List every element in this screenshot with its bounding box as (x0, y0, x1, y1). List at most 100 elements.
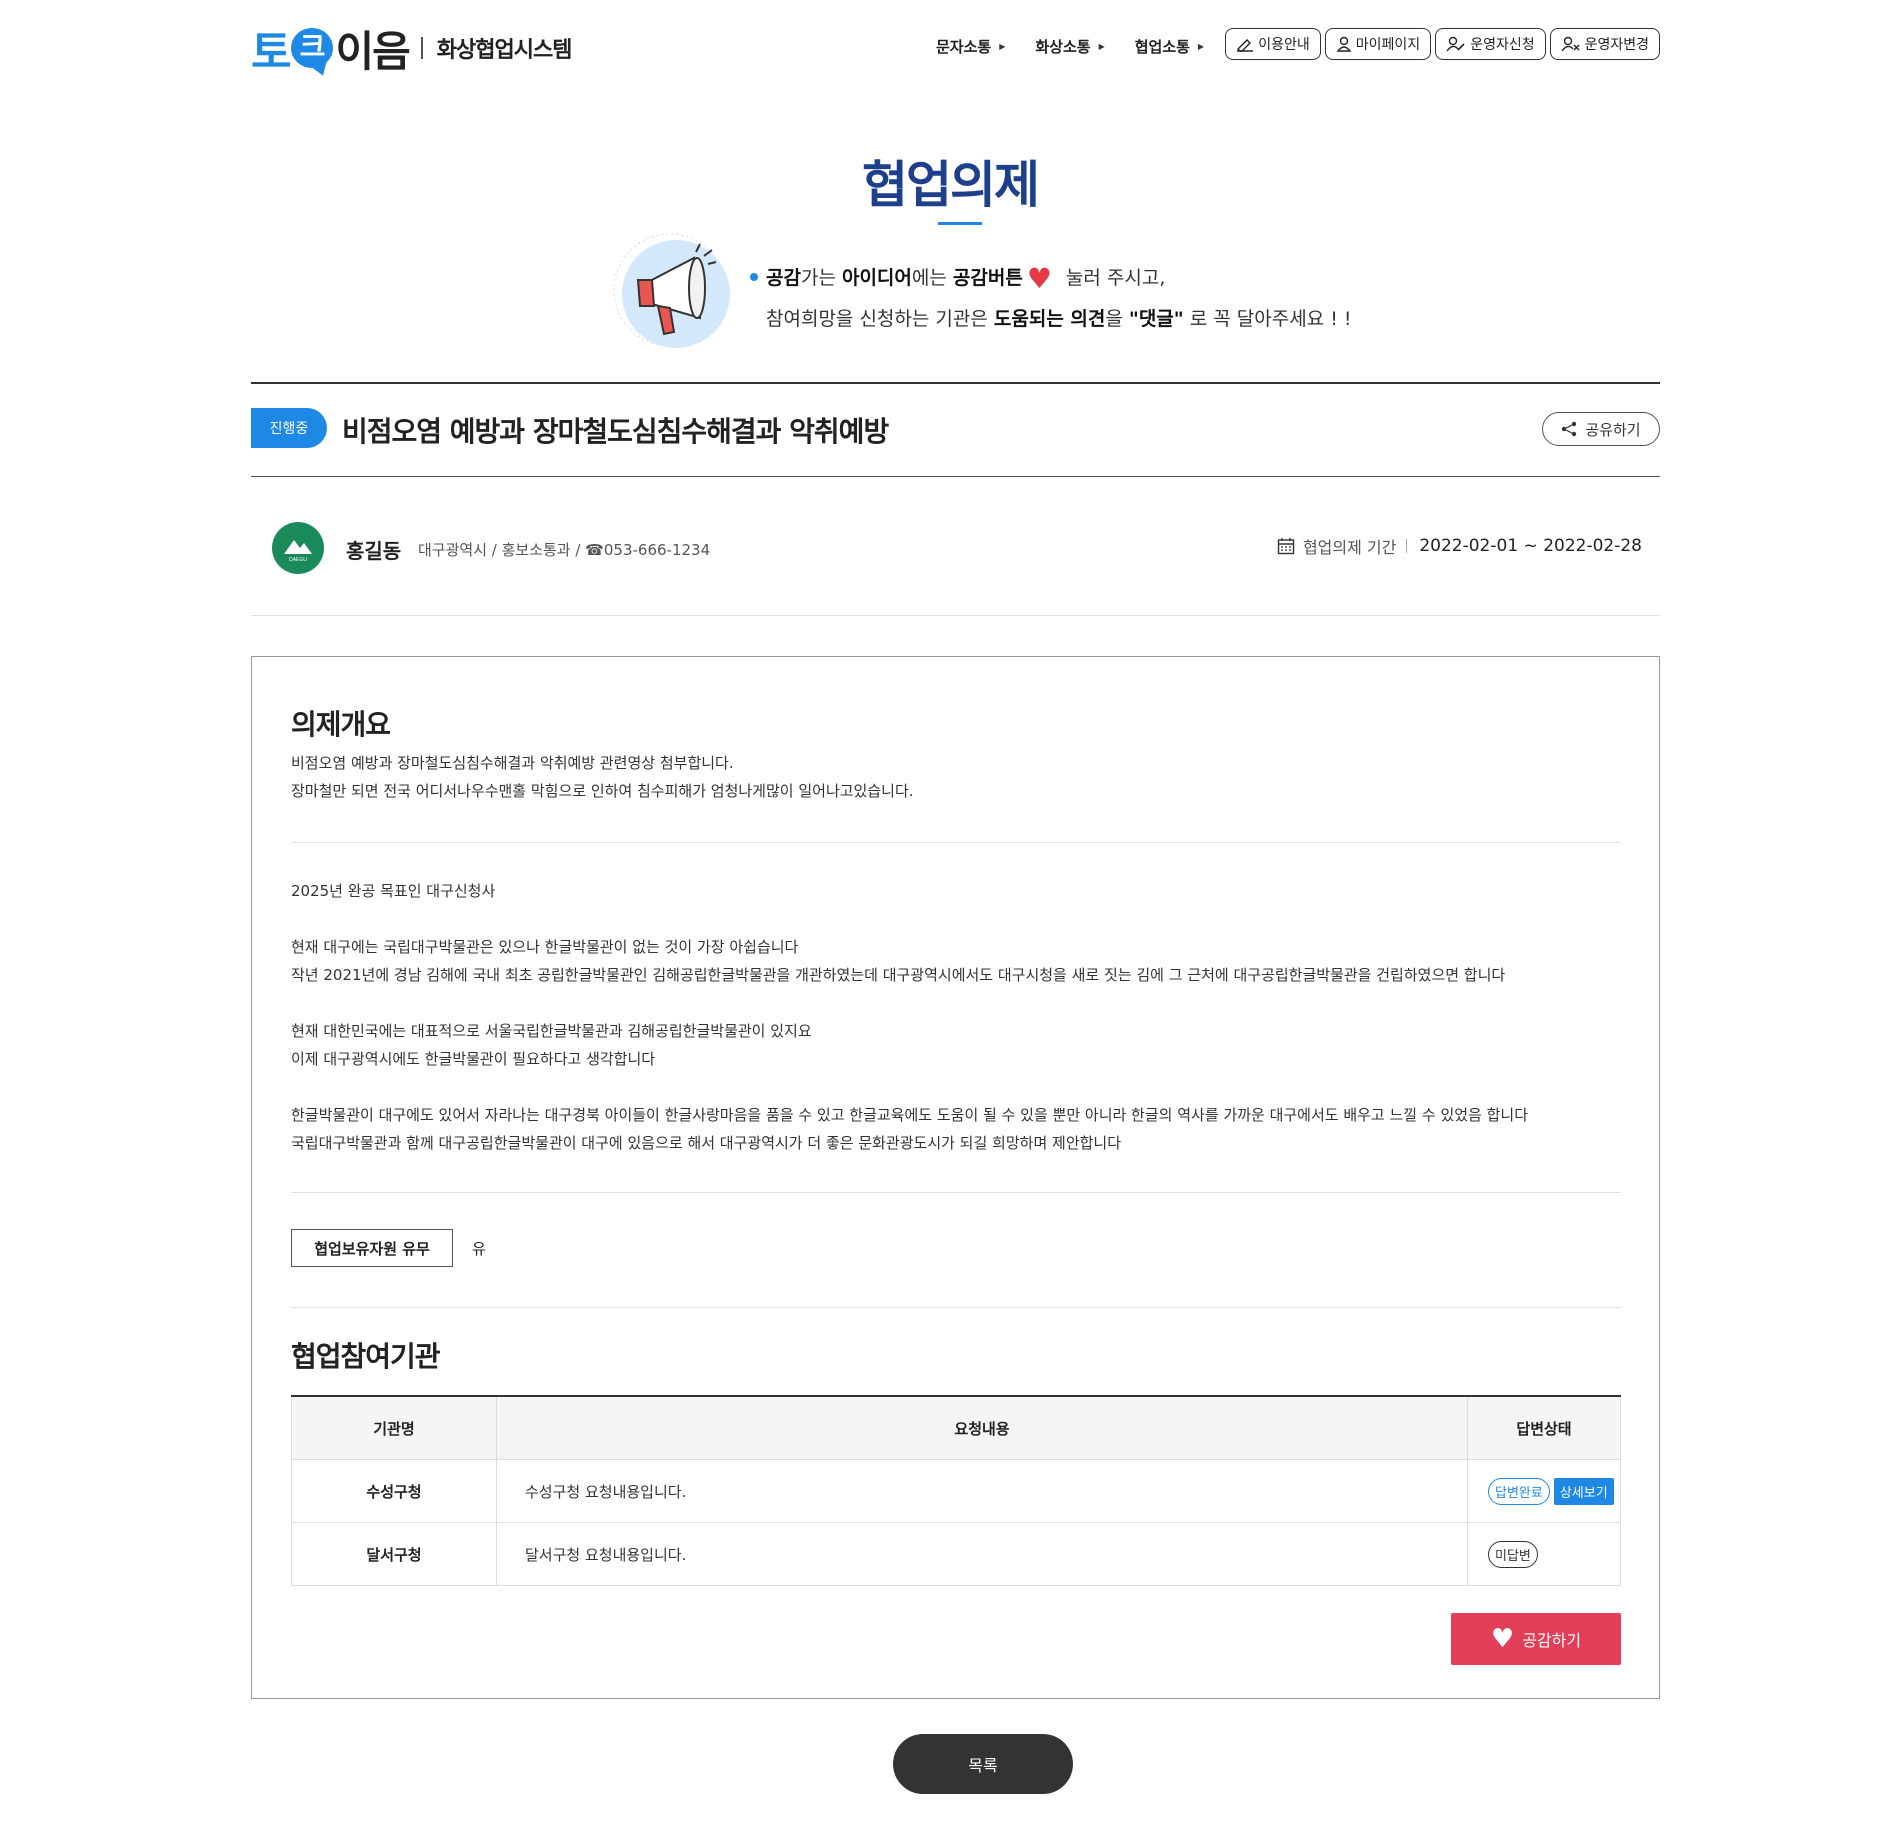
share-button[interactable]: 공유하기 (1542, 412, 1660, 446)
user-edit-icon (1446, 36, 1465, 52)
guide-text: 공감 (766, 267, 801, 289)
utility-buttons: 이용안내 마이페이지 운영자신청 운영자변경 (1225, 28, 1660, 60)
agenda-content-box: 의제개요 비점오염 예방과 장마철도심침수해결과 악취예방 관련영상 첨부합니다… (251, 656, 1660, 1699)
divider (251, 615, 1660, 616)
caret-right-icon: ▶ (999, 42, 1006, 51)
guide-text: 공감버튼 (952, 267, 1023, 289)
heart-icon: ♥ (1026, 261, 1052, 295)
guide-text: 도움되는 의견 (993, 307, 1106, 330)
column-header: 답변상태 (1467, 1396, 1621, 1460)
nav-item-text-comm[interactable]: 문자소통 ▶ (936, 36, 1005, 57)
guide-text: 아이디어 (841, 267, 912, 289)
answer-status: 답변완료 상세보기 (1467, 1459, 1621, 1523)
body-line (291, 905, 1528, 933)
mypage-button-label: 마이페이지 (1355, 37, 1421, 53)
status-badge: 진행중 (251, 408, 327, 448)
divider (291, 1307, 1621, 1308)
site-header: 토 크 이음 화상협업시스템 문자소통 ▶ 화상소통 ▶ 협업소통 ▶ 이용안내 마이… (251, 18, 1660, 78)
logo-divider (420, 37, 423, 59)
detail-button[interactable]: 상세보기 (1553, 1477, 1614, 1505)
guide-button[interactable]: 이용안내 (1225, 28, 1321, 60)
operator-change-button-label: 운영자변경 (1584, 37, 1649, 53)
divider (291, 1192, 1621, 1193)
user-swap-icon (1561, 36, 1580, 52)
status-answered-badge: 답변완료 (1488, 1477, 1550, 1505)
overview-heading: 의제개요 (291, 708, 391, 741)
operator-change-button[interactable]: 운영자변경 (1549, 28, 1660, 60)
summary-line: 비점오염 예방과 장마철도심침수해결과 악취예방 관련영상 첨부합니다. (291, 754, 734, 772)
body-line: 국립대구박물관과 함께 대구공립한글박물관이 대구에 있음으로 해서 대구광역시… (291, 1134, 1122, 1152)
nav-item-video-comm[interactable]: 화상소통 ▶ (1035, 36, 1104, 57)
guide-text: 가는 (800, 267, 842, 289)
daegu-logo-icon: DAEGU (284, 540, 312, 563)
list-button[interactable]: 목록 (893, 1734, 1073, 1794)
like-button[interactable]: ♥ 공감하기 (1451, 1613, 1621, 1665)
share-button-label: 공유하기 (1585, 420, 1641, 439)
status-unanswered-badge: 미답변 (1488, 1540, 1538, 1568)
table-header-row: 기관명 요청내용 답변상태 (291, 1396, 1621, 1460)
body-line: 현재 대한민국에는 대표적으로 서울국립한글박물관과 김해공립한글박물관이 있지… (291, 1022, 812, 1040)
overview-body: 2025년 완공 목표인 대구신청사 현재 대구에는 국립대구박물관은 있으나 … (291, 877, 1528, 1157)
overview-summary: 비점오염 예방과 장마철도심침수해결과 악취예방 관련영상 첨부합니다. 장마철… (291, 749, 914, 805)
avatar: DAEGU (272, 522, 324, 574)
guide-text: 눌러 주시고, (1065, 267, 1166, 289)
request-content: 달서구청 요청내용입니다. (496, 1522, 1468, 1586)
site-logo[interactable]: 토 크 이음 화상협업시스템 (251, 18, 573, 79)
period-divider (1406, 539, 1408, 553)
body-line: 작년 2021년에 경남 김해에 국내 최초 공립한글박물관인 김해공립한글박물… (291, 966, 1506, 984)
user-icon (1336, 36, 1352, 52)
body-line (291, 989, 1528, 1017)
nav-item-collab-comm[interactable]: 협업소통 ▶ (1135, 36, 1204, 57)
org-name: 달서구청 (291, 1522, 497, 1586)
main-nav: 문자소통 ▶ 화상소통 ▶ 협업소통 ▶ (936, 36, 1234, 57)
body-line: 이제 대구광역시에도 한글박물관이 필요하다고 생각합니다 (291, 1050, 656, 1068)
mypage-button[interactable]: 마이페이지 (1324, 28, 1432, 60)
table-row: 수성구청 수성구청 요청내용입니다. 답변완료 상세보기 (291, 1459, 1621, 1523)
resource-value: 유 (472, 1240, 486, 1258)
bullet-icon (750, 272, 758, 281)
column-header: 기관명 (291, 1396, 497, 1460)
divider (291, 842, 1621, 843)
body-line: 현재 대구에는 국립대구박물관은 있으나 한글박물관이 없는 것이 가장 아쉽습… (291, 938, 799, 956)
author-info: 대구광역시 / 홍보소통과 / ☎053-666-1234 (418, 541, 711, 559)
guide-text: 로 꼭 달아주세요 ! ! (1183, 307, 1352, 330)
caret-right-icon: ▶ (1098, 42, 1105, 51)
agenda-title: 비점오염 예방과 장마철도심침수해결과 악취예방 (342, 415, 889, 448)
calendar-icon (1277, 538, 1295, 555)
guide-message: 공감가는 아이디어에는 공감버튼 ♥ 눌러 주시고, 참여희망을 신청하는 기관은 … (750, 258, 1351, 339)
operator-apply-button-label: 운영자신청 (1470, 37, 1535, 53)
guide-text: "댓글" (1128, 307, 1184, 330)
divider (251, 382, 1660, 384)
page-title: 협업의제 (862, 156, 1040, 214)
system-name: 화상협업시스템 (436, 38, 573, 63)
body-line: 2025년 완공 목표인 대구신청사 (291, 882, 496, 900)
divider (251, 476, 1660, 477)
nav-label: 협업소통 (1134, 38, 1190, 56)
guide-text: 에는 (911, 267, 953, 289)
author-name: 홍길동 (346, 539, 402, 563)
participants-heading: 협업참여기관 (291, 1340, 441, 1373)
guide-line-1: 공감가는 아이디어에는 공감버튼 ♥ 눌러 주시고, (750, 258, 1351, 299)
org-name: 수성구청 (291, 1459, 497, 1523)
request-content: 수성구청 요청내용입니다. (496, 1459, 1468, 1523)
period-label: 협업의제 기간 (1302, 538, 1397, 557)
table-row: 달서구청 달서구청 요청내용입니다. 미답변 (291, 1522, 1621, 1586)
share-icon (1562, 421, 1577, 437)
avatar-text: DAEGU (289, 557, 307, 563)
agenda-period: 협업의제 기간 2022-02-01 ~ 2022-02-28 (1277, 534, 1642, 558)
pencil-icon (1237, 39, 1254, 52)
logo-speech-bubble: 크 (291, 28, 334, 68)
operator-apply-button[interactable]: 운영자신청 (1435, 28, 1546, 60)
body-line: 한글박물관이 대구에도 있어서 자라나는 대구경북 아이들이 한글사랑마음을 품… (291, 1106, 1529, 1124)
summary-line: 장마철만 되면 전국 어디서나우수맨홀 막힘으로 인하여 침수피해가 엄청나게많… (291, 782, 914, 800)
period-value: 2022-02-01 ~ 2022-02-28 (1419, 536, 1642, 556)
guide-text: 참여희망을 신청하는 기관은 (766, 307, 994, 330)
column-header: 요청내용 (496, 1396, 1468, 1460)
logo-text-eum: 이음 (335, 26, 410, 76)
guide-button-label: 이용안내 (1258, 37, 1310, 53)
guide-text: 을 (1105, 307, 1129, 330)
guide-line-2: 참여희망을 신청하는 기관은 도움되는 의견을 "댓글" 로 꼭 달아주세요 !… (750, 299, 1351, 339)
nav-label: 문자소통 (936, 38, 992, 56)
title-underline (938, 222, 982, 225)
megaphone-icon (613, 233, 730, 348)
